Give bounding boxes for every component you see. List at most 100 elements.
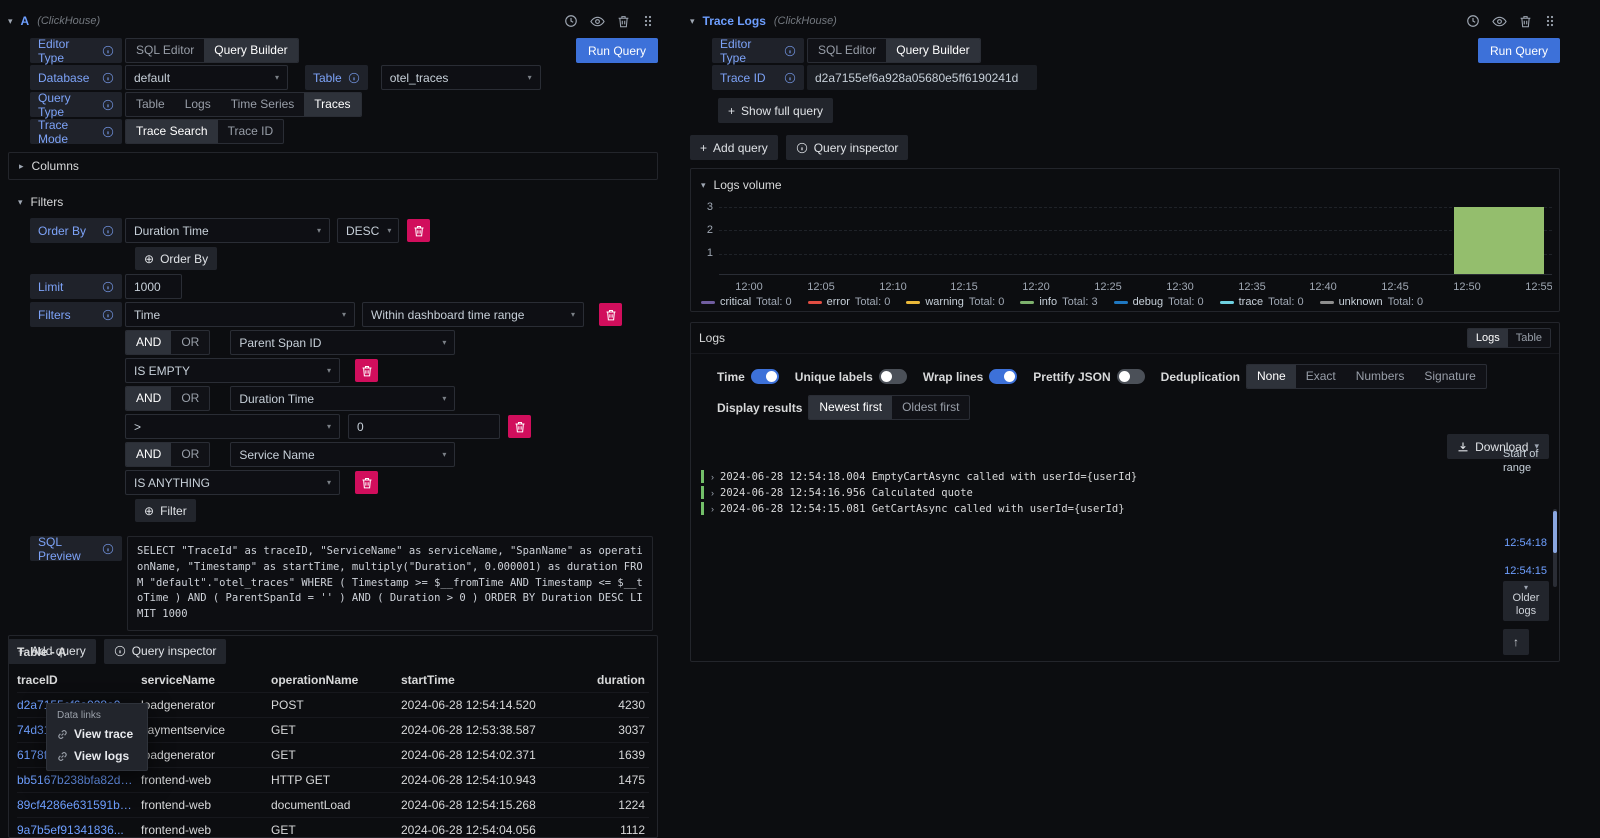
query-inspector-button[interactable]: Query inspector xyxy=(786,135,909,160)
info-icon[interactable] xyxy=(102,225,114,237)
remove-filter-button[interactable] xyxy=(355,359,378,382)
trace-mode-trace-search[interactable]: Trace Search xyxy=(126,120,218,143)
bool-and[interactable]: AND xyxy=(126,443,171,466)
unique-labels-toggle[interactable] xyxy=(879,369,907,384)
eye-icon[interactable] xyxy=(1492,14,1507,29)
limit-input[interactable] xyxy=(125,274,182,299)
legend-item-unknown[interactable]: unknownTotal: 0 xyxy=(1320,296,1424,308)
add-filter-button[interactable]: ⊕ Filter xyxy=(135,499,196,522)
info-icon[interactable] xyxy=(348,72,360,84)
dedup-signature[interactable]: Signature xyxy=(1414,365,1485,388)
database-select[interactable]: default ▾ xyxy=(125,65,288,90)
query-type-time-series[interactable]: Time Series xyxy=(221,93,305,116)
history-icon[interactable] xyxy=(564,14,578,28)
expand-chevron-icon[interactable]: › xyxy=(711,472,714,482)
scrollbar-thumb[interactable] xyxy=(1553,511,1557,553)
filter-operator-select[interactable]: IS ANYTHING ▾ xyxy=(125,470,340,495)
editor-mode-query-builder[interactable]: Query Builder xyxy=(204,39,297,62)
trace-id-link[interactable]: 89cf4286e631591b4... xyxy=(17,798,141,812)
column-header-servicename[interactable]: serviceName xyxy=(141,673,271,687)
sort-oldest-first[interactable]: Oldest first xyxy=(892,396,969,419)
filter-field-select[interactable]: Duration Time ▾ xyxy=(230,386,455,411)
run-query-button[interactable]: Run Query xyxy=(1478,38,1560,63)
trace-mode-trace-id[interactable]: Trace ID xyxy=(218,120,284,143)
filters-section-header[interactable]: ▾ Filters xyxy=(8,190,658,214)
trace-id-input[interactable] xyxy=(807,65,1037,90)
filter-field-select[interactable]: Time ▾ xyxy=(125,302,355,327)
log-entry[interactable]: › 2024-06-28 12:54:18.004 EmptyCartAsync… xyxy=(701,469,1559,484)
editor-mode-sql-editor[interactable]: SQL Editor xyxy=(808,39,886,62)
drag-handle-icon[interactable] xyxy=(642,15,654,27)
view-logs-option[interactable]: Logs xyxy=(1468,329,1508,347)
legend-item-critical[interactable]: criticalTotal: 0 xyxy=(701,296,792,308)
bool-and[interactable]: AND xyxy=(126,387,171,410)
info-volume-bar[interactable] xyxy=(1454,207,1544,274)
sort-newest-first[interactable]: Newest first xyxy=(809,396,892,419)
expand-chevron-icon[interactable]: › xyxy=(711,488,714,498)
add-order-by-button[interactable]: ⊕ Order By xyxy=(135,247,217,270)
wrap-lines-toggle[interactable] xyxy=(989,369,1017,384)
info-icon[interactable] xyxy=(102,72,114,84)
trace-id-link[interactable]: bb5167b238bfa82d1... xyxy=(17,773,141,787)
bool-or[interactable]: OR xyxy=(171,443,209,466)
trash-icon[interactable] xyxy=(617,15,630,28)
collapse-chevron-icon[interactable]: ▾ xyxy=(8,16,13,27)
remove-order-by-button[interactable] xyxy=(407,219,430,242)
eye-icon[interactable] xyxy=(590,14,605,29)
legend-item-debug[interactable]: debugTotal: 0 xyxy=(1114,296,1204,308)
query-type-logs[interactable]: Logs xyxy=(175,93,221,116)
view-trace-menu-item[interactable]: View trace xyxy=(47,723,147,745)
time-toggle[interactable] xyxy=(751,369,779,384)
logs-volume-chart[interactable] xyxy=(719,207,1552,275)
expand-chevron-icon[interactable]: › xyxy=(711,504,714,514)
show-full-query-button[interactable]: + Show full query xyxy=(718,98,833,123)
column-header-duration[interactable]: duration xyxy=(579,673,649,687)
older-logs-button[interactable]: ▾ Older logs xyxy=(1503,581,1549,621)
info-icon[interactable] xyxy=(784,45,796,57)
query-ref-id[interactable]: A xyxy=(21,14,30,28)
minimap-scrollbar[interactable] xyxy=(1553,509,1557,587)
legend-item-info[interactable]: infoTotal: 3 xyxy=(1020,296,1097,308)
remove-filter-button[interactable] xyxy=(355,471,378,494)
prettify-json-toggle[interactable] xyxy=(1117,369,1145,384)
filter-field-select[interactable]: Parent Span ID ▾ xyxy=(230,330,455,355)
view-logs-menu-item[interactable]: View logs xyxy=(47,745,147,767)
dedup-none[interactable]: None xyxy=(1247,365,1296,388)
legend-item-warning[interactable]: warningTotal: 0 xyxy=(906,296,1004,308)
dedup-exact[interactable]: Exact xyxy=(1296,365,1346,388)
editor-mode-sql-editor[interactable]: SQL Editor xyxy=(126,39,204,62)
view-table-option[interactable]: Table xyxy=(1508,329,1550,347)
legend-item-trace[interactable]: traceTotal: 0 xyxy=(1220,296,1304,308)
filter-field-select[interactable]: Service Name ▾ xyxy=(230,442,455,467)
info-icon[interactable] xyxy=(102,99,114,111)
trash-icon[interactable] xyxy=(1519,15,1532,28)
remove-filter-button[interactable] xyxy=(508,415,531,438)
info-icon[interactable] xyxy=(102,45,114,57)
column-header-starttime[interactable]: startTime xyxy=(401,673,579,687)
run-query-button[interactable]: Run Query xyxy=(576,38,658,63)
columns-section-header[interactable]: ▸ Columns xyxy=(8,152,658,180)
query-type-traces[interactable]: Traces xyxy=(304,93,360,116)
editor-mode-query-builder[interactable]: Query Builder xyxy=(886,39,979,62)
collapse-chevron-icon[interactable]: ▾ xyxy=(690,16,695,27)
table-select[interactable]: otel_traces ▾ xyxy=(381,65,541,90)
dedup-numbers[interactable]: Numbers xyxy=(1346,365,1415,388)
logs-volume-header[interactable]: ▾ Logs volume xyxy=(691,169,1559,193)
bool-and[interactable]: AND xyxy=(126,331,171,354)
bool-or[interactable]: OR xyxy=(171,331,209,354)
column-header-operationname[interactable]: operationName xyxy=(271,673,401,687)
column-header-traceid[interactable]: traceID xyxy=(17,673,141,687)
order-by-direction-select[interactable]: DESC ▾ xyxy=(337,218,399,243)
legend-item-error[interactable]: errorTotal: 0 xyxy=(808,296,891,308)
info-icon[interactable] xyxy=(102,309,114,321)
filter-operator-select[interactable]: Within dashboard time range ▾ xyxy=(362,302,584,327)
query-type-table[interactable]: Table xyxy=(126,93,175,116)
info-icon[interactable] xyxy=(102,281,114,293)
trace-id-link[interactable]: 9a7b5ef91341836... xyxy=(17,823,141,837)
bool-or[interactable]: OR xyxy=(171,387,209,410)
panel-title[interactable]: Trace Logs xyxy=(703,14,766,28)
info-icon[interactable] xyxy=(784,72,796,84)
remove-filter-button[interactable] xyxy=(599,303,622,326)
add-query-button[interactable]: + Add query xyxy=(690,135,778,160)
log-entry[interactable]: › 2024-06-28 12:54:16.956 Calculated quo… xyxy=(701,485,1559,500)
